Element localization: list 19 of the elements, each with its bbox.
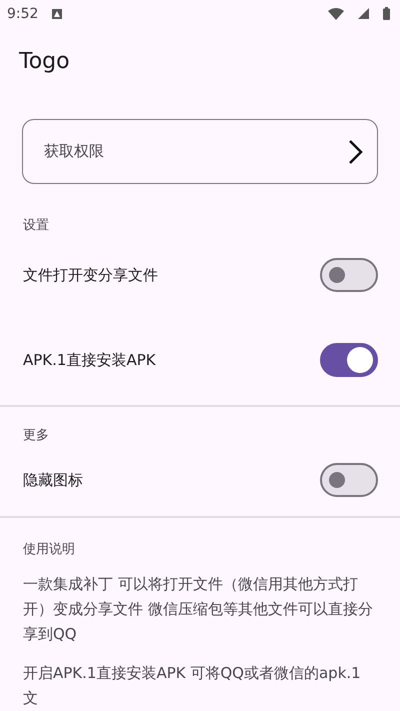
app-title: Togo	[18, 48, 71, 76]
setting-label: 隐藏图标	[23, 470, 83, 490]
notification-icon	[52, 8, 62, 19]
setting-label: APK.1直接安装APK	[23, 350, 156, 370]
signal-icon	[358, 8, 369, 20]
permission-card[interactable]: 获取权限	[22, 118, 378, 184]
wifi-icon	[328, 8, 344, 20]
section-header: 设置	[22, 217, 50, 234]
status-time: 9:52	[7, 6, 38, 22]
instruction-paragraph: 开启APK.1直接安装APK 可将QQ或者微信的apk.1文	[22, 663, 362, 709]
section-header: 更多	[22, 427, 50, 444]
setting-label: 文件打开变分享文件	[23, 266, 158, 285]
toggle-switch[interactable]	[320, 463, 378, 498]
instruction-paragraph: 一款集成补丁 可以将打开文件（微信用其他方式打开）变成分享文件 微信压缩包等其他文件可以直接分享到QQ	[22, 574, 374, 645]
chevron-right-icon	[347, 138, 363, 165]
toggle-switch[interactable]	[320, 258, 378, 292]
toggle-switch[interactable]	[320, 343, 378, 378]
battery-icon	[383, 7, 390, 20]
section-header: 使用说明	[22, 541, 76, 558]
